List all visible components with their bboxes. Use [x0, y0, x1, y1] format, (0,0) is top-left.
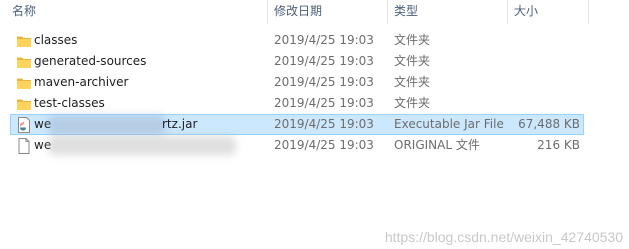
file-name: generated-sources: [34, 54, 147, 68]
file-name: maven-archiver: [34, 75, 129, 89]
file-date: 2019/4/25 19:03: [274, 75, 374, 89]
file-type: Executable Jar File: [394, 117, 504, 131]
watermark-url: https://blog.csdn.net/weixin_42740530: [384, 229, 623, 245]
column-header-name[interactable]: 名称: [12, 0, 36, 22]
redaction-blur: [48, 115, 166, 134]
file-icon: [18, 138, 30, 154]
file-name-suffix: rtz.jar: [162, 117, 198, 131]
file-date: 2019/4/25 19:03: [274, 96, 374, 110]
file-type: 文件夹: [394, 96, 431, 110]
folder-icon: [17, 99, 31, 110]
file-row-classes[interactable]: classes 2019/4/25 19:03 文件夹: [10, 30, 584, 51]
file-type: 文件夹: [394, 33, 431, 47]
file-name: test-classes: [34, 96, 105, 110]
folder-icon: [17, 36, 31, 47]
file-type: 文件夹: [394, 75, 431, 89]
file-row-original[interactable]: we 2019/4/25 19:03 ORIGINAL 文件 216 KB: [10, 135, 584, 156]
column-header-size[interactable]: 大小: [514, 0, 538, 22]
folder-icon: [17, 57, 31, 68]
file-row-jar-selected[interactable]: we rtz.jar 2019/4/25 19:03 Executable Ja…: [10, 114, 584, 135]
column-divider[interactable]: [507, 0, 508, 24]
java-jar-icon: [18, 117, 30, 133]
folder-icon: [17, 78, 31, 89]
column-divider[interactable]: [267, 0, 268, 24]
file-name: classes: [34, 33, 78, 47]
file-size: 216 KB: [537, 138, 580, 152]
file-row-generated-sources[interactable]: generated-sources 2019/4/25 19:03 文件夹: [10, 51, 584, 72]
column-header-date[interactable]: 修改日期: [274, 0, 322, 22]
file-type: ORIGINAL 文件: [394, 138, 480, 152]
file-date: 2019/4/25 19:03: [274, 54, 374, 68]
column-header-bar: 名称 修改日期 类型 大小: [0, 0, 629, 24]
file-date: 2019/4/25 19:03: [274, 33, 374, 47]
file-size: 67,488 KB: [518, 117, 580, 131]
file-type: 文件夹: [394, 54, 431, 68]
file-row-maven-archiver[interactable]: maven-archiver 2019/4/25 19:03 文件夹: [10, 72, 584, 93]
redaction-blur: [48, 136, 236, 155]
file-row-test-classes[interactable]: test-classes 2019/4/25 19:03 文件夹: [10, 93, 584, 114]
file-date: 2019/4/25 19:03: [274, 138, 374, 152]
column-header-type[interactable]: 类型: [394, 0, 418, 22]
file-date: 2019/4/25 19:03: [274, 117, 374, 131]
column-divider[interactable]: [588, 0, 589, 24]
column-divider[interactable]: [387, 0, 388, 24]
